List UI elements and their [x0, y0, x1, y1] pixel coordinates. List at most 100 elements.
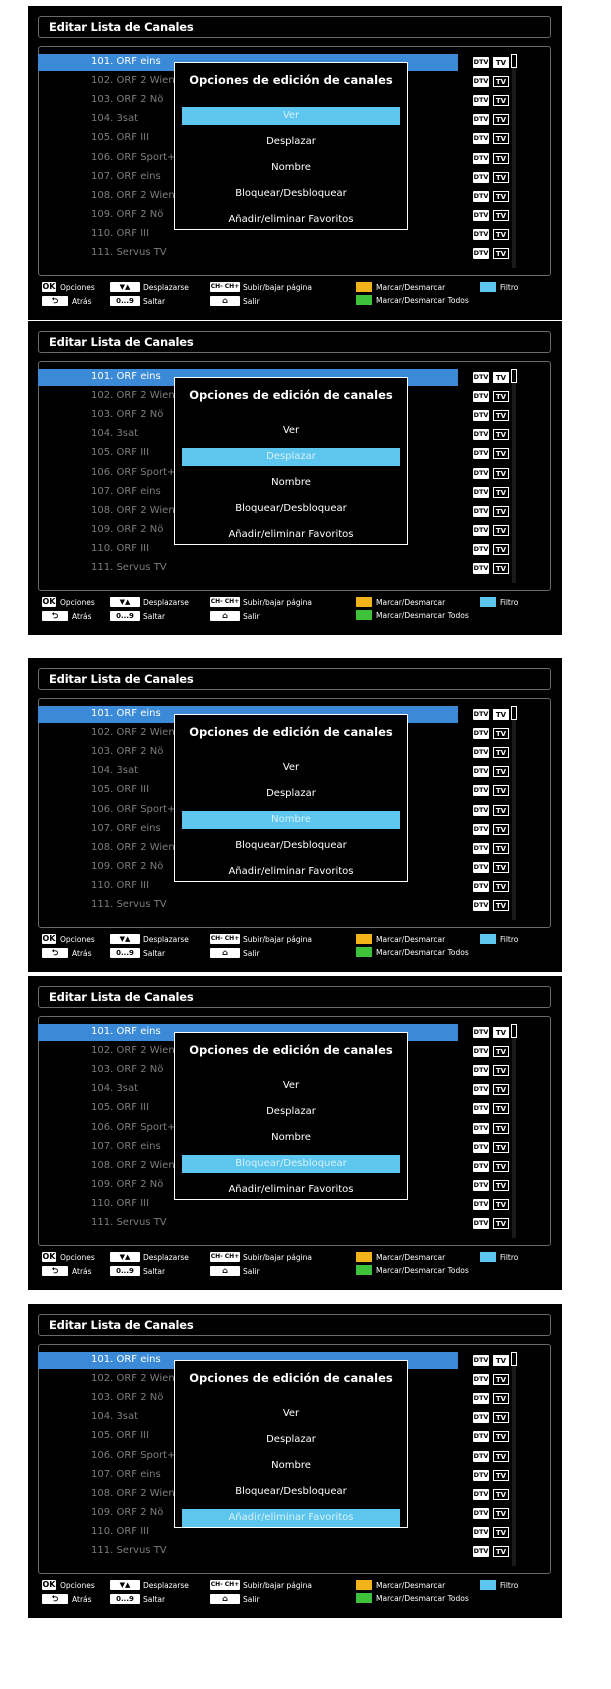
yellow-key-icon[interactable]	[356, 1580, 372, 1590]
number-keys-icon[interactable]: 0...9	[110, 1594, 140, 1604]
scrollbar-track[interactable]	[512, 369, 516, 583]
menu-item-move[interactable]: Desplazar	[182, 1431, 400, 1449]
up-down-key-icon[interactable]: ▼▲	[110, 282, 140, 292]
green-key-icon[interactable]	[356, 1265, 372, 1275]
tv-icon: TV	[493, 880, 509, 892]
menu-item-view[interactable]: Ver	[182, 422, 400, 440]
green-key-icon[interactable]	[356, 947, 372, 957]
number-keys-icon[interactable]: 0...9	[110, 296, 140, 306]
ok-key-icon[interactable]: OK	[42, 282, 56, 292]
menu-item-view[interactable]: Ver	[182, 107, 400, 125]
dtv-icon: DTV	[473, 1141, 489, 1153]
menu-item-lock-unlock[interactable]: Bloquear/Desbloquear	[182, 1155, 400, 1173]
tv-icon: TV	[493, 1526, 509, 1538]
dtv-icon: DTV	[473, 133, 489, 145]
dtv-icon: DTV	[473, 486, 489, 498]
channel-name: 103. ORF 2 Nö	[91, 94, 164, 106]
back-key-icon[interactable]: ⮌	[42, 296, 68, 306]
scrollbar-track[interactable]	[512, 1352, 516, 1566]
scrollbar-thumb[interactable]	[511, 1352, 517, 1366]
channel-row[interactable]: 111. Servus TV	[38, 245, 458, 262]
ok-key-icon[interactable]: OK	[42, 1580, 56, 1590]
green-key-icon[interactable]	[356, 1593, 372, 1603]
channel-name: 101. ORF eins	[91, 56, 161, 67]
scrollbar-thumb[interactable]	[511, 706, 517, 720]
back-key-icon[interactable]: ⮌	[42, 1266, 68, 1276]
up-down-key-icon[interactable]: ▼▲	[110, 597, 140, 607]
header-bar: Editar Lista de Canales	[38, 16, 551, 38]
channel-keys-icon[interactable]: CH- CH+	[210, 282, 240, 292]
scrollbar-thumb[interactable]	[511, 54, 517, 68]
scroll-label: Desplazarse	[143, 283, 189, 292]
menu-item-lock-unlock[interactable]: Bloquear/Desbloquear	[182, 1483, 400, 1501]
menu-item-favorites[interactable]: Añadir/eliminar Favoritos	[182, 1509, 400, 1527]
menu-item-favorites[interactable]: Añadir/eliminar Favoritos	[182, 863, 400, 881]
home-key-icon[interactable]: ⌂	[210, 296, 240, 306]
number-keys-icon[interactable]: 0...9	[110, 611, 140, 621]
channel-row[interactable]: 111. Servus TV	[38, 1543, 458, 1560]
yellow-key-icon[interactable]	[356, 934, 372, 944]
home-key-icon[interactable]: ⌂	[210, 948, 240, 958]
menu-item-rename[interactable]: Nombre	[182, 1129, 400, 1147]
channel-row[interactable]: 111. Servus TV	[38, 897, 458, 914]
up-down-key-icon[interactable]: ▼▲	[110, 1252, 140, 1262]
scrollbar-thumb[interactable]	[511, 369, 517, 383]
up-down-key-icon[interactable]: ▼▲	[110, 1580, 140, 1590]
home-key-icon[interactable]: ⌂	[210, 611, 240, 621]
home-key-icon[interactable]: ⌂	[210, 1594, 240, 1604]
green-key-icon[interactable]	[356, 610, 372, 620]
scrollbar-track[interactable]	[512, 706, 516, 920]
channel-keys-icon[interactable]: CH- CH+	[210, 1580, 240, 1590]
back-label: Atrás	[72, 1267, 92, 1276]
channel-keys-icon[interactable]: CH- CH+	[210, 934, 240, 944]
dtv-icon: DTV	[473, 1412, 489, 1424]
menu-item-rename[interactable]: Nombre	[182, 811, 400, 829]
menu-item-favorites[interactable]: Añadir/eliminar Favoritos	[182, 211, 400, 229]
yellow-key-icon[interactable]	[356, 1252, 372, 1262]
menu-item-move[interactable]: Desplazar	[182, 1103, 400, 1121]
blue-key-icon[interactable]	[480, 1580, 496, 1590]
blue-key-icon[interactable]	[480, 597, 496, 607]
blue-key-icon[interactable]	[480, 1252, 496, 1262]
menu-item-favorites[interactable]: Añadir/eliminar Favoritos	[182, 526, 400, 544]
ok-key-icon[interactable]: OK	[42, 934, 56, 944]
ok-key-icon[interactable]: OK	[42, 597, 56, 607]
menu-item-lock-unlock[interactable]: Bloquear/Desbloquear	[182, 500, 400, 518]
channel-name: 102. ORF 2 Wien	[91, 1373, 175, 1385]
menu-item-view[interactable]: Ver	[182, 759, 400, 777]
channel-keys-icon[interactable]: CH- CH+	[210, 1252, 240, 1262]
dtv-icon: DTV	[473, 900, 489, 911]
blue-key-icon[interactable]	[480, 282, 496, 292]
back-key-icon[interactable]: ⮌	[42, 948, 68, 958]
scrollbar-track[interactable]	[512, 1024, 516, 1238]
number-keys-icon[interactable]: 0...9	[110, 948, 140, 958]
menu-item-rename[interactable]: Nombre	[182, 159, 400, 177]
menu-item-move[interactable]: Desplazar	[182, 785, 400, 803]
menu-item-view[interactable]: Ver	[182, 1405, 400, 1423]
menu-item-move[interactable]: Desplazar	[182, 133, 400, 151]
blue-key-icon[interactable]	[480, 934, 496, 944]
green-key-icon[interactable]	[356, 295, 372, 305]
ok-key-icon[interactable]: OK	[42, 1252, 56, 1262]
scrollbar-thumb[interactable]	[511, 1024, 517, 1038]
tv-icon: TV	[493, 1179, 509, 1191]
yellow-key-icon[interactable]	[356, 597, 372, 607]
channel-row[interactable]: 111. Servus TV	[38, 1215, 458, 1232]
up-down-key-icon[interactable]: ▼▲	[110, 934, 140, 944]
number-keys-icon[interactable]: 0...9	[110, 1266, 140, 1276]
channel-row[interactable]: 111. Servus TV	[38, 560, 458, 577]
menu-item-lock-unlock[interactable]: Bloquear/Desbloquear	[182, 185, 400, 203]
menu-item-rename[interactable]: Nombre	[182, 1457, 400, 1475]
menu-item-move[interactable]: Desplazar	[182, 448, 400, 466]
back-key-icon[interactable]: ⮌	[42, 1594, 68, 1604]
channel-keys-icon[interactable]: CH- CH+	[210, 597, 240, 607]
back-key-icon[interactable]: ⮌	[42, 611, 68, 621]
menu-item-lock-unlock[interactable]: Bloquear/Desbloquear	[182, 837, 400, 855]
menu-item-view[interactable]: Ver	[182, 1077, 400, 1095]
mark-all-label: Marcar/Desmarcar Todos	[376, 296, 469, 305]
yellow-key-icon[interactable]	[356, 282, 372, 292]
menu-item-rename[interactable]: Nombre	[182, 474, 400, 492]
menu-item-favorites[interactable]: Añadir/eliminar Favoritos	[182, 1181, 400, 1199]
home-key-icon[interactable]: ⌂	[210, 1266, 240, 1276]
scrollbar-track[interactable]	[512, 54, 516, 268]
